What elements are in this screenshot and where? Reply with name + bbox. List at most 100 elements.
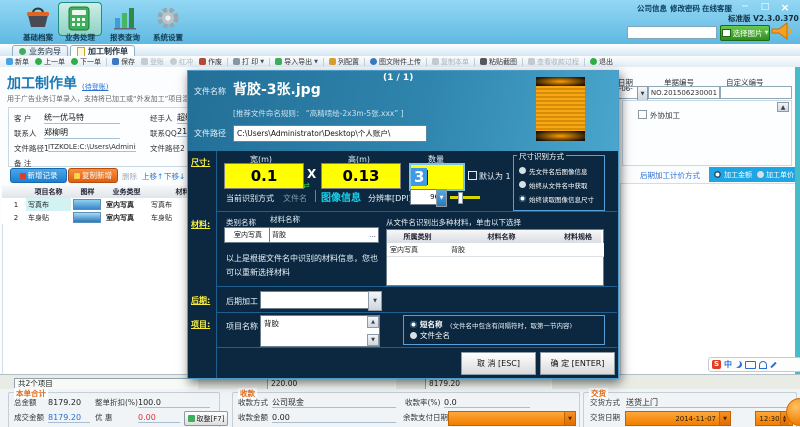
side-strip[interactable] [795,67,800,374]
short-name-radio[interactable] [410,321,417,328]
pricing-unit-label[interactable]: 加工单价 [766,170,794,180]
detect-option2-radio[interactable] [519,181,526,188]
payment-amount-value[interactable]: 0.00 [272,413,396,424]
category-value-box[interactable]: 室内写真 [224,227,272,243]
keyboard-icon[interactable] [745,360,756,369]
move-up-button[interactable]: 上移↑ [142,171,163,182]
short-name-label[interactable]: 短名称 [420,319,443,330]
grid-header-name[interactable]: 项目名称 [26,185,72,199]
row1-name-cell[interactable]: 写真布 [26,198,74,212]
detect-option3-label[interactable]: 始终读取图像信息尺寸 [529,194,594,204]
detect-option1-radio[interactable] [519,167,526,174]
horn-icon[interactable] [770,22,792,44]
detect-option1-label[interactable]: 先文件名后图像信息 [529,166,588,176]
pricing-amount-radio[interactable] [714,171,721,178]
nav-item-business[interactable]: 业务处理 [60,32,100,43]
dpi-slider-track[interactable] [450,196,480,199]
pricing-amount-label[interactable]: 加工金额 [724,170,752,180]
calculator-icon[interactable] [68,6,90,35]
collapse-icon[interactable]: ▲ [777,102,789,112]
import-export-button[interactable]: 导入导出 ▼ [272,57,321,67]
print-button[interactable]: 打 印 ▼ [230,57,267,67]
ime-language-icon[interactable]: 中 [724,359,732,370]
image-search-input[interactable] [627,26,717,39]
gear-icon[interactable] [156,6,180,34]
material-row-category[interactable]: 室内写真 [387,243,452,257]
delivery-method-value[interactable]: 送货上门 [626,398,788,409]
material-row-name[interactable]: 背胶 [448,243,559,257]
scroll-down-icon[interactable]: ▼ [367,334,379,346]
row2-type-cell[interactable]: 室内写真 [104,211,152,225]
detect-option2-label[interactable]: 始终从文件名中获取 [529,180,588,190]
new-order-button[interactable]: 新单 [3,57,32,67]
wrench-icon[interactable] [770,361,777,368]
ellipsis-icon[interactable]: … [369,231,376,239]
row2-pic-cell[interactable] [71,211,107,225]
material-row-spec[interactable] [555,243,604,257]
customer-value[interactable]: 统一优马特 [44,112,120,124]
default-one-checkbox[interactable] [468,171,477,180]
person-icon[interactable] [759,360,767,369]
path1-value[interactable]: ITZKOLE:C:\Users\Adminis [48,143,136,153]
row2-name-cell[interactable]: 车身贴 [26,211,74,225]
full-name-label[interactable]: 文件全名 [420,330,450,341]
exit-button[interactable]: 退出 [587,57,616,67]
moon-icon[interactable] [735,361,742,368]
ime-toolbar[interactable]: S 中 [708,357,800,372]
grid-header-pic[interactable]: 图样 [71,185,105,199]
paste-screenshot-button[interactable]: 粘贴截图 [477,57,520,67]
project-name-textarea[interactable]: 背胶 ▲ ▼ [260,315,380,347]
order-status-link[interactable]: (待登账) [82,82,108,92]
swap-icon[interactable]: ⇄ [303,181,310,190]
save-button[interactable]: 保存 [109,57,138,67]
select-image-button[interactable]: 选择图片 ▼ [720,25,770,41]
void-button[interactable]: 作废 [196,57,225,67]
by-image-option[interactable]: 图像信息 [321,189,361,204]
custom-no-input[interactable] [720,86,792,99]
image-preview[interactable] [536,77,585,141]
payment-rate-value[interactable]: 0.0 [444,398,530,409]
height-input[interactable]: 0.13 [321,163,401,189]
deal-value[interactable]: 8179.20 [48,413,90,424]
pricing-unit-radio[interactable] [757,171,764,178]
grid-header-type[interactable]: 业务类型 [104,185,150,199]
add-record-button[interactable]: 新增记录 [10,168,67,183]
sogou-logo-icon[interactable]: S [712,360,721,369]
nav-item-settings[interactable]: 系统设置 [148,32,188,43]
due-date-combo[interactable]: ▼ [448,411,576,426]
basket-icon[interactable] [24,5,52,33]
company-info-link[interactable]: 公司信息 [637,3,667,14]
file-path-input[interactable]: C:\Users\Administrator\Desktop\个人账户\ [233,125,427,142]
nav-item-reports[interactable]: 报表查询 [105,32,145,43]
table-row[interactable]: 2 [2,211,29,225]
chevron-down-icon[interactable]: ▼ [368,291,382,311]
round-button[interactable]: 取整[F7] [184,411,228,426]
by-filename-option[interactable]: 文件名 [283,193,307,204]
material-name-input[interactable]: 背胶 … [269,227,379,243]
move-down-button[interactable]: 下移↓ [164,171,185,182]
report-chart-icon[interactable] [112,6,138,34]
maximize-icon[interactable]: □ [757,2,773,12]
dpi-slider-handle[interactable] [458,192,463,204]
column-config-button[interactable]: 列配置 [326,57,362,67]
full-name-radio[interactable] [410,332,417,339]
detect-option3-radio[interactable] [519,195,526,202]
table-row[interactable]: 1 [2,198,29,212]
row1-pic-cell[interactable] [71,198,107,212]
cancel-button[interactable]: 取 消 [ESC] [461,352,536,375]
off-value[interactable]: 0.00 [138,413,180,424]
next-order-button[interactable]: 下一单 [68,57,104,67]
copy-record-button[interactable]: 复制新增 [68,168,118,183]
width-input[interactable]: 0.1 [224,163,304,189]
change-password-link[interactable]: 修改密码 [670,3,700,14]
payment-method-value[interactable]: 公司现金 [272,398,396,409]
outsource-checkbox[interactable] [638,110,647,119]
qty-input[interactable]: 3 [409,163,465,191]
prev-order-button[interactable]: 上一单 [32,57,68,67]
scroll-up-icon[interactable]: ▲ [367,316,379,328]
row1-type-cell[interactable]: 室内写真 [104,198,152,212]
contact-value[interactable]: 郑柳明 [44,127,120,139]
chevron-down-icon[interactable]: ▼ [436,189,447,207]
chevron-down-icon[interactable]: ▼ [637,86,648,101]
post-process-dropdown[interactable] [260,291,374,309]
